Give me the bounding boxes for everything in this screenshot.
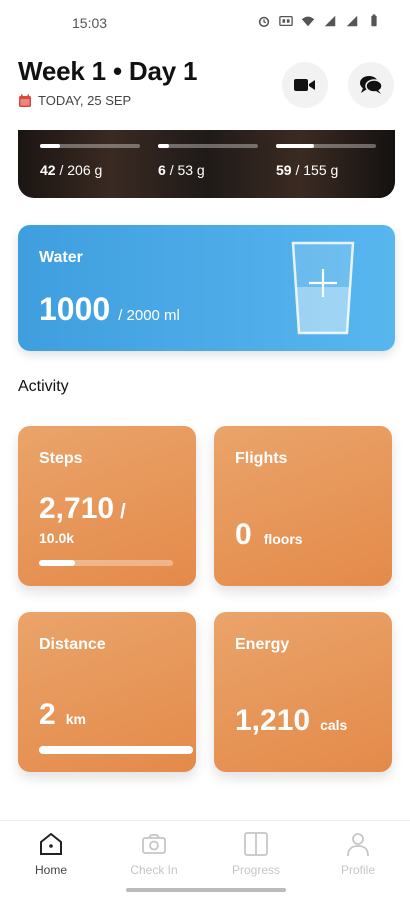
macro-value: 59 / 155 g <box>276 162 376 178</box>
distance-card[interactable]: Distance 2 km <box>18 612 196 772</box>
macro-value: 6 / 53 g <box>158 162 258 178</box>
macro-current: 59 <box>276 162 292 178</box>
nav-item-check-in[interactable]: Check In <box>114 831 194 877</box>
bottom-nav: Home Check In Progress Profile <box>0 820 410 900</box>
steps-title: Steps <box>39 450 83 467</box>
video-call-button[interactable] <box>282 62 328 108</box>
distance-value-row: 2 km <box>39 698 86 732</box>
home-icon <box>40 832 62 855</box>
macro-target: / 53 g <box>169 162 205 178</box>
distance-title: Distance <box>39 636 106 653</box>
nav-label-check-in: Check In <box>130 863 178 877</box>
macro-progress-bar <box>40 144 140 148</box>
nav-item-profile[interactable]: Profile <box>318 831 398 877</box>
macro-protein: 42 / 206 g <box>40 144 140 178</box>
flights-title: Flights <box>235 450 288 467</box>
home-indicator <box>126 888 286 892</box>
steps-goal: 10.0k <box>39 530 75 546</box>
energy-value-row: 1,210 cals <box>235 704 347 738</box>
steps-progress-bar <box>39 560 173 566</box>
calendar-icon <box>19 94 31 107</box>
distance-value: 2 <box>39 698 56 731</box>
date-label: TODAY, 25 SEP <box>38 93 132 108</box>
flights-card[interactable]: Flights 0 floors <box>214 426 392 586</box>
macro-value: 42 / 206 g <box>40 162 140 178</box>
page-header: Week 1 • Day 1 TODAY, 25 SEP <box>18 56 398 120</box>
page-title: Week 1 • Day 1 <box>18 56 198 86</box>
chat-button[interactable] <box>348 62 394 108</box>
activity-section-title: Activity <box>18 378 69 395</box>
steps-card[interactable]: Steps 2,710/ 10.0k <box>18 426 196 586</box>
water-glass-add-icon[interactable] <box>289 239 357 337</box>
macro-progress-fill <box>158 144 169 148</box>
flights-value-row: 0 floors <box>235 518 303 552</box>
nfc-icon <box>279 15 293 27</box>
energy-card[interactable]: Energy 1,210 cals <box>214 612 392 772</box>
energy-value: 1,210 <box>235 704 311 737</box>
water-title: Water <box>39 249 83 266</box>
macro-carbs: 6 / 53 g <box>158 144 258 178</box>
battery-icon <box>371 14 377 27</box>
signal-icon <box>346 15 358 27</box>
steps-value-row: 2,710/ <box>39 492 126 526</box>
energy-unit: cals <box>320 717 348 733</box>
camera-icon <box>142 834 166 854</box>
macro-current: 6 <box>158 162 166 178</box>
water-card[interactable]: Water 1000 / 2000 ml <box>18 225 395 351</box>
flights-unit: floors <box>263 531 303 547</box>
water-target: / 2000 ml <box>118 307 180 324</box>
signal-icon <box>324 15 336 27</box>
steps-progress-fill <box>39 560 76 566</box>
steps-slash: / <box>120 501 126 523</box>
progress-panel-icon <box>244 832 268 856</box>
nav-label-progress: Progress <box>231 863 281 877</box>
chat-icon <box>360 76 383 94</box>
macro-progress-bar <box>276 144 376 148</box>
status-time: 15:03 <box>72 15 108 31</box>
macros-card[interactable]: 42 / 206 g 6 / 53 g 59 / 155 g <box>18 130 395 198</box>
nav-label-profile: Profile <box>340 863 375 877</box>
macro-progress-fill <box>276 144 314 148</box>
date-row: TODAY, 25 SEP <box>18 93 398 108</box>
macro-target: / 206 g <box>59 162 103 178</box>
water-amount: 1000 <box>39 291 111 327</box>
macro-fat: 59 / 155 g <box>276 144 376 178</box>
status-bar: 15:03 <box>0 0 410 44</box>
steps-value: 2,710 <box>39 492 115 525</box>
nav-label-home: Home <box>34 863 67 877</box>
macro-progress-fill <box>40 144 60 148</box>
status-icons <box>256 14 382 28</box>
distance-unit: km <box>65 711 86 727</box>
macro-progress-bar <box>158 144 258 148</box>
flights-value: 0 <box>235 518 252 551</box>
distance-progress-bar <box>39 746 193 754</box>
video-camera-icon <box>294 79 315 91</box>
distance-progress-fill <box>39 746 193 754</box>
nav-item-home[interactable]: Home <box>11 831 91 877</box>
wifi-icon <box>301 16 315 27</box>
alarm-icon <box>258 16 270 28</box>
profile-icon <box>347 833 369 857</box>
energy-title: Energy <box>235 636 290 653</box>
water-value: 1000 / 2000 ml <box>39 291 180 328</box>
nav-item-progress[interactable]: Progress <box>216 831 296 877</box>
macro-target: / 155 g <box>295 162 339 178</box>
macro-current: 42 <box>40 162 56 178</box>
